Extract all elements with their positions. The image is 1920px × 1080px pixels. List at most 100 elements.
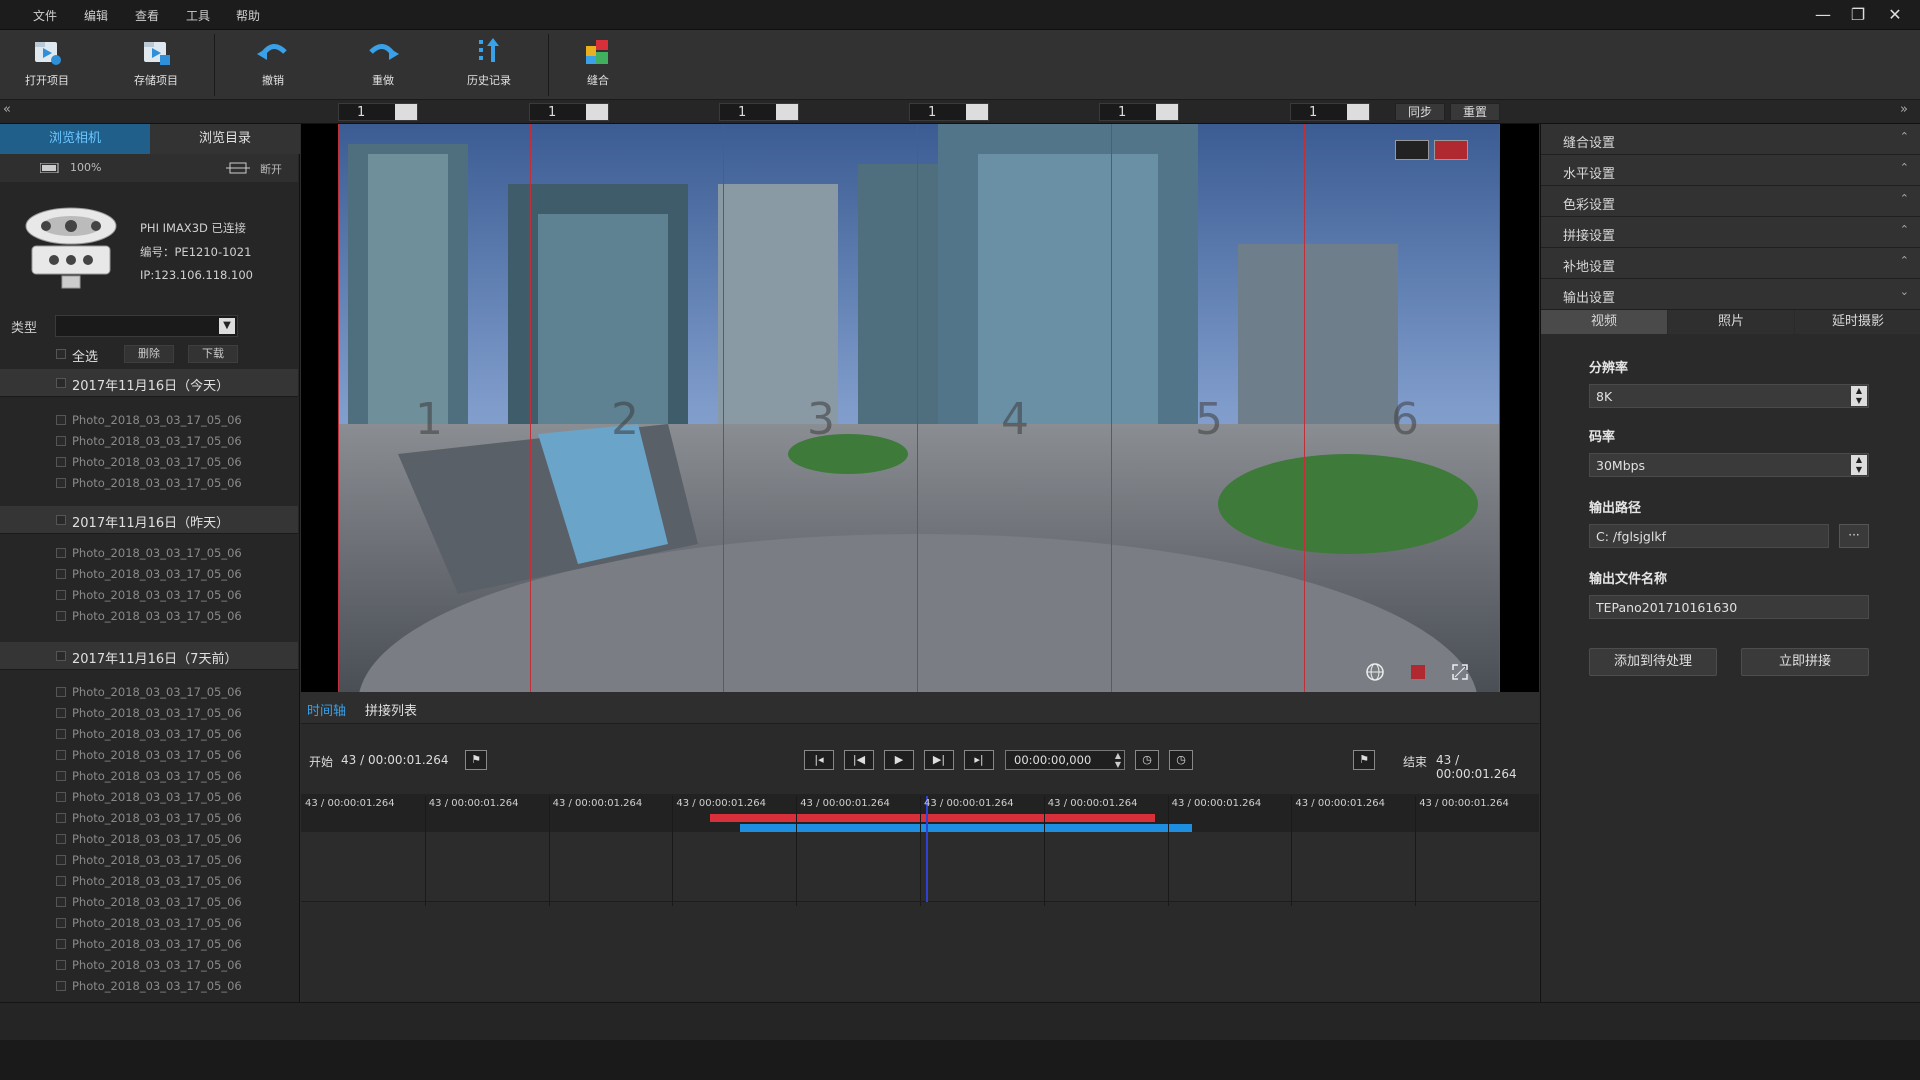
photo-checkbox[interactable]	[56, 415, 66, 425]
output-filename-input[interactable]: TEPano201710161630	[1589, 595, 1869, 619]
photo-checkbox[interactable]	[56, 548, 66, 558]
photo-checkbox[interactable]	[56, 708, 66, 718]
next-frame-icon[interactable]: ▶|	[924, 750, 954, 770]
spinner-arrows-icon[interactable]	[1156, 104, 1178, 120]
photo-item[interactable]: Photo_2018_03_03_17_05_06	[72, 853, 242, 867]
red-overlay-toggle[interactable]	[1434, 140, 1468, 160]
end-flag-icon[interactable]: ⚑	[1353, 750, 1375, 770]
photo-checkbox[interactable]	[56, 729, 66, 739]
photo-checkbox[interactable]	[56, 590, 66, 600]
photo-item[interactable]: Photo_2018_03_03_17_05_06	[72, 609, 242, 623]
chevron-down-icon[interactable]: ▼	[219, 318, 235, 334]
photo-item[interactable]: Photo_2018_03_03_17_05_06	[72, 685, 242, 699]
output-path-input[interactable]: C: /fglsjglkf	[1589, 524, 1829, 548]
fullscreen-icon[interactable]	[1451, 663, 1469, 681]
sync-button[interactable]: 同步	[1395, 103, 1445, 121]
group-checkbox[interactable]	[56, 378, 66, 388]
delete-button[interactable]: 删除	[124, 345, 174, 363]
group-checkbox[interactable]	[56, 651, 66, 661]
menu-help[interactable]: 帮助	[236, 7, 260, 24]
segment-spinner-6[interactable]: 1	[1290, 103, 1370, 121]
photo-checkbox[interactable]	[56, 897, 66, 907]
close-button[interactable]: ✕	[1880, 4, 1910, 26]
photo-checkbox[interactable]	[56, 960, 66, 970]
tab-stitch-list[interactable]: 拼接列表	[365, 700, 417, 719]
select-all-checkbox[interactable]	[56, 349, 66, 359]
tab-browse-directory[interactable]: 浏览目录	[150, 124, 300, 154]
tab-video[interactable]: 视频	[1541, 310, 1667, 334]
photo-item[interactable]: Photo_2018_03_03_17_05_06	[72, 455, 242, 469]
photo-item[interactable]: Photo_2018_03_03_17_05_06	[72, 706, 242, 720]
photo-checkbox[interactable]	[56, 813, 66, 823]
go-to-start-icon[interactable]: |◂	[804, 750, 834, 770]
section-color-settings[interactable]: 色彩设置 ⌃	[1541, 186, 1920, 217]
section-splice-settings[interactable]: 拼接设置 ⌃	[1541, 217, 1920, 248]
photo-checkbox[interactable]	[56, 981, 66, 991]
go-to-end-icon[interactable]: ▸|	[964, 750, 994, 770]
photo-item[interactable]: Photo_2018_03_03_17_05_06	[72, 588, 242, 602]
menu-file[interactable]: 文件	[33, 7, 57, 24]
download-button[interactable]: 下载	[188, 345, 238, 363]
photo-checkbox[interactable]	[56, 457, 66, 467]
photo-checkbox[interactable]	[56, 834, 66, 844]
date-group-header[interactable]: 2017年11月16日（7天前）	[0, 642, 298, 670]
tab-photo[interactable]: 照片	[1668, 310, 1794, 334]
photo-item[interactable]: Photo_2018_03_03_17_05_06	[72, 434, 242, 448]
range-red-bar[interactable]	[709, 814, 1156, 822]
save-project-button[interactable]: 存储项目	[116, 36, 196, 96]
spinner-arrows-icon[interactable]	[966, 104, 988, 120]
add-to-queue-button[interactable]: 添加到待处理	[1589, 648, 1717, 676]
restore-button[interactable]: ❐	[1843, 4, 1873, 26]
reset-button[interactable]: 重置	[1450, 103, 1500, 121]
photo-item[interactable]: Photo_2018_03_03_17_05_06	[72, 874, 242, 888]
history-button[interactable]: 历史记录	[449, 36, 529, 96]
globe-icon[interactable]	[1365, 662, 1385, 682]
playhead[interactable]	[926, 796, 929, 902]
panorama-viewer[interactable]: 1 2 3 4 5 6	[301, 124, 1539, 692]
previous-frame-icon[interactable]: |◀	[844, 750, 874, 770]
stitch-button[interactable]: 缝合	[558, 36, 638, 96]
section-output-settings[interactable]: 输出设置 ⌄	[1541, 279, 1920, 310]
photo-checkbox[interactable]	[56, 792, 66, 802]
undo-button[interactable]: 撤销	[233, 36, 313, 96]
timecode-input[interactable]: 00:00:00,000 ▲ ▼	[1005, 750, 1125, 770]
redo-button[interactable]: 重做	[343, 36, 423, 96]
tab-timelapse[interactable]: 延时摄影	[1795, 310, 1920, 334]
spinner-arrows-icon[interactable]	[395, 104, 417, 120]
photo-checkbox[interactable]	[56, 687, 66, 697]
range-blue-bar[interactable]	[740, 824, 1193, 832]
menu-tools[interactable]: 工具	[186, 7, 210, 24]
photo-item[interactable]: Photo_2018_03_03_17_05_06	[72, 476, 242, 490]
segment-spinner-4[interactable]: 1	[909, 103, 989, 121]
photo-item[interactable]: Photo_2018_03_03_17_05_06	[72, 811, 242, 825]
segment-spinner-1[interactable]: 1	[338, 103, 418, 121]
date-group-header[interactable]: 2017年11月16日（昨天）	[0, 506, 298, 534]
bitrate-select[interactable]: 30Mbps ▲ ▼	[1589, 453, 1869, 477]
spinner-arrows-icon[interactable]	[776, 104, 798, 120]
photo-checkbox[interactable]	[56, 771, 66, 781]
photo-item[interactable]: Photo_2018_03_03_17_05_06	[72, 979, 242, 993]
spinner-arrows-icon[interactable]	[586, 104, 608, 120]
segment-spinner-3[interactable]: 1	[719, 103, 799, 121]
photo-item[interactable]: Photo_2018_03_03_17_05_06	[72, 895, 242, 909]
spinner-arrows-icon[interactable]: ▲ ▼	[1851, 455, 1867, 475]
photo-checkbox[interactable]	[56, 750, 66, 760]
group-checkbox[interactable]	[56, 515, 66, 525]
spinner-arrows-icon[interactable]	[1347, 104, 1369, 120]
photo-item[interactable]: Photo_2018_03_03_17_05_06	[72, 769, 242, 783]
photo-item[interactable]: Photo_2018_03_03_17_05_06	[72, 790, 242, 804]
photo-checkbox[interactable]	[56, 611, 66, 621]
photo-item[interactable]: Photo_2018_03_03_17_05_06	[72, 916, 242, 930]
spinner-arrows-icon[interactable]: ▲ ▼	[1851, 386, 1867, 406]
spinner-arrows-icon[interactable]: ▲ ▼	[1115, 751, 1121, 769]
section-level-settings[interactable]: 水平设置 ⌃	[1541, 155, 1920, 186]
section-ground-fill-settings[interactable]: 补地设置 ⌃	[1541, 248, 1920, 279]
record-icon[interactable]	[1411, 665, 1425, 679]
date-group-header[interactable]: 2017年11月16日（今天）	[0, 369, 298, 397]
photo-item[interactable]: Photo_2018_03_03_17_05_06	[72, 546, 242, 560]
photo-item[interactable]: Photo_2018_03_03_17_05_06	[72, 413, 242, 427]
segment-spinner-5[interactable]: 1	[1099, 103, 1179, 121]
resolution-select[interactable]: 8K ▲ ▼	[1589, 384, 1869, 408]
photo-checkbox[interactable]	[56, 478, 66, 488]
mark-start-icon[interactable]: ◷	[1135, 750, 1159, 770]
